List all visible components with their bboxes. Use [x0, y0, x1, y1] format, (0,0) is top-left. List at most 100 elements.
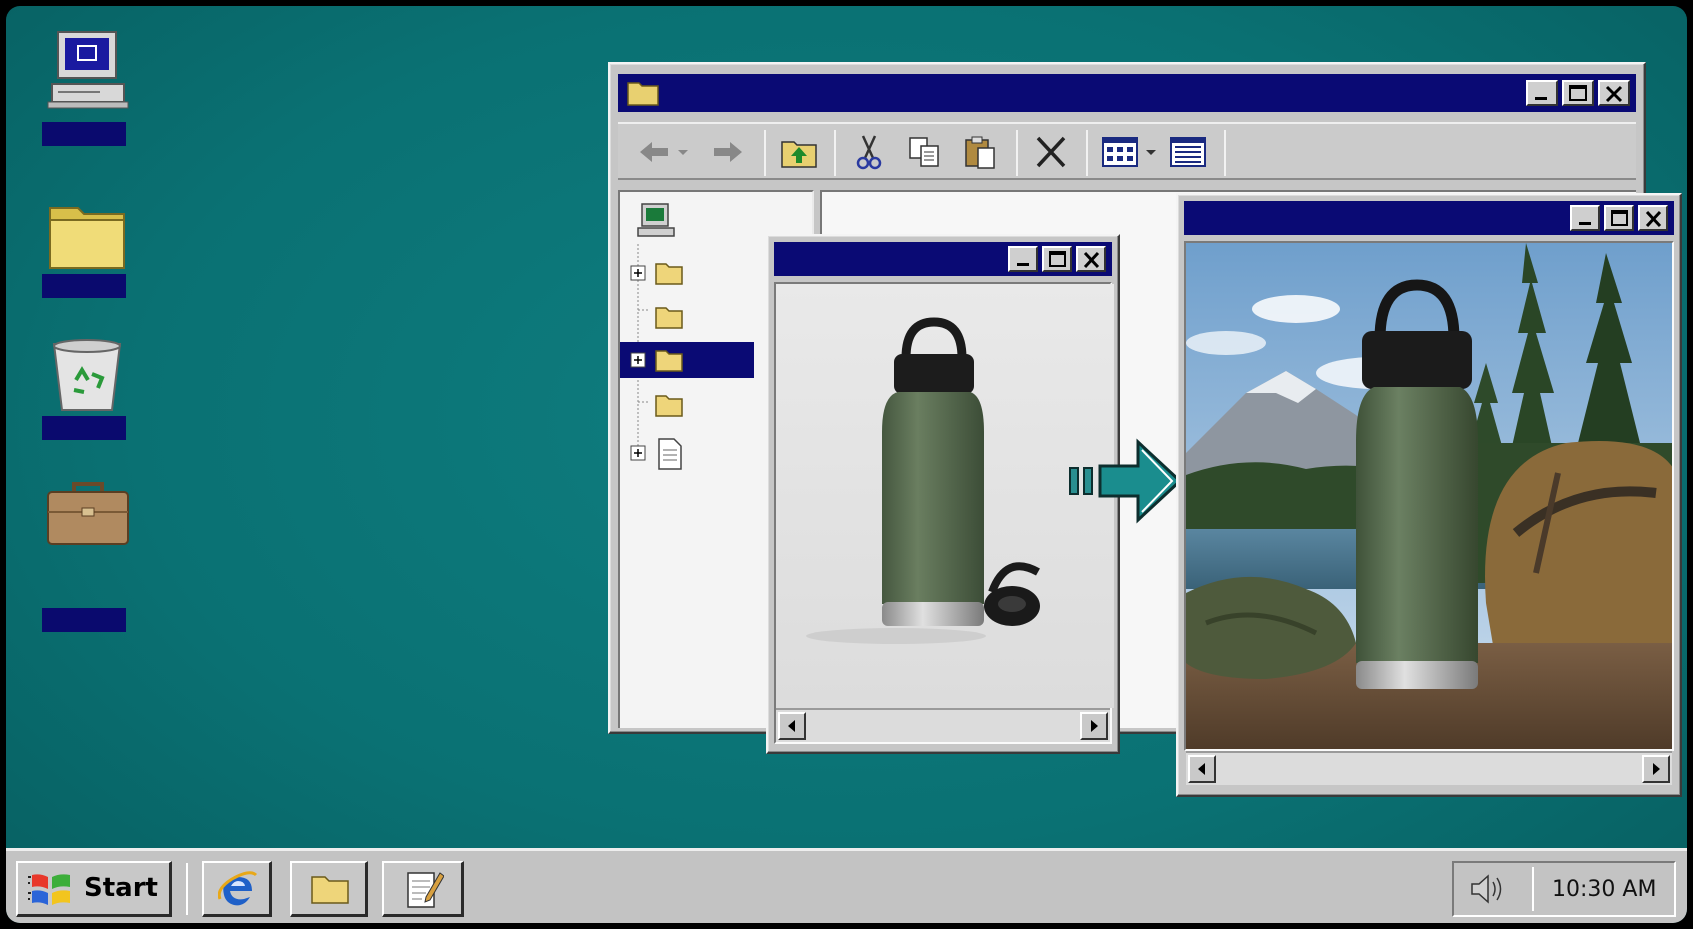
scroll-left-button[interactable]: [778, 712, 806, 740]
minimize-icon: [1017, 263, 1029, 266]
forward-icon: [714, 142, 742, 162]
taskbar-separator: [186, 863, 188, 915]
minimize-icon: [1579, 222, 1591, 225]
arrow-left-icon: [1198, 763, 1205, 775]
desktop-icon-label: [42, 274, 126, 298]
views-dropdown[interactable]: [1144, 132, 1158, 172]
details-icon: [1170, 137, 1206, 167]
arrow-left-icon: [788, 720, 795, 732]
explorer-titlebar[interactable]: [618, 74, 1636, 112]
desktop-icon-label: [42, 608, 126, 632]
maximize-button[interactable]: [1604, 205, 1634, 231]
chevron-down-icon: [1146, 150, 1156, 155]
paste-icon: [965, 136, 995, 169]
speaker-icon: [1471, 874, 1502, 904]
cut-icon: [856, 135, 882, 170]
tree-item-folder-selected[interactable]: [620, 342, 754, 378]
up-folder-icon: [781, 141, 817, 168]
expand-icon: [630, 265, 646, 281]
arrow-right-icon: [1653, 763, 1660, 775]
close-button[interactable]: [1076, 246, 1106, 272]
minimize-button[interactable]: [1526, 80, 1558, 106]
horizontal-scrollbar[interactable]: [776, 708, 1110, 742]
scroll-right-button[interactable]: [1080, 712, 1108, 740]
close-button[interactable]: [1638, 205, 1668, 231]
back-icon: [640, 142, 668, 162]
maximize-icon: [1049, 251, 1066, 267]
minimize-button[interactable]: [1008, 246, 1038, 272]
transform-arrow-icon: [1069, 438, 1183, 524]
maximize-button[interactable]: [1562, 80, 1594, 106]
desktop-icon-briefcase[interactable]: [42, 474, 132, 632]
tray-separator: [1532, 867, 1534, 911]
close-button[interactable]: [1598, 80, 1630, 106]
close-icon: [1605, 85, 1623, 103]
explorer-toolbar: [618, 122, 1636, 180]
forward-button[interactable]: [702, 132, 748, 172]
chevron-down-icon: [678, 150, 688, 155]
computer-icon: [47, 31, 129, 109]
image-window-after[interactable]: [1176, 193, 1682, 797]
start-button[interactable]: Start: [16, 861, 172, 917]
computer-icon: [637, 203, 675, 237]
paste-button[interactable]: [958, 132, 1004, 172]
folder-icon: [311, 876, 349, 904]
maximize-button[interactable]: [1042, 246, 1072, 272]
folder-icon: [627, 82, 659, 106]
folder-icon: [49, 207, 125, 269]
window-titlebar[interactable]: [1184, 201, 1674, 235]
expand-icon: [630, 445, 646, 461]
back-button[interactable]: [634, 132, 680, 172]
scroll-left-button[interactable]: [1188, 755, 1216, 783]
expand-icon: [630, 352, 646, 368]
toolbar-separator: [764, 130, 766, 176]
views-button[interactable]: [1098, 132, 1144, 172]
details-button[interactable]: [1166, 132, 1212, 172]
taskbar: Start 10:30 AM: [6, 848, 1687, 923]
quicklaunch-internet-explorer[interactable]: [202, 861, 272, 917]
recycle-bin-icon: [52, 339, 122, 411]
document-icon: [658, 438, 682, 470]
bottle-lifestyle-photo: [1186, 243, 1672, 749]
view-icon: [1102, 137, 1138, 167]
minimize-icon: [1535, 97, 1547, 100]
image-viewport: [774, 282, 1114, 744]
desktop-icon-folder[interactable]: [42, 194, 132, 334]
folder-icon: [655, 395, 683, 417]
scroll-right-button[interactable]: [1642, 755, 1670, 783]
up-folder-button[interactable]: [776, 132, 822, 172]
maximize-icon: [1569, 85, 1587, 101]
volume-button[interactable]: [1464, 871, 1520, 907]
quicklaunch-folder[interactable]: [290, 861, 368, 917]
maximize-icon: [1611, 210, 1628, 226]
horizontal-scrollbar[interactable]: [1186, 751, 1672, 785]
notepad-icon: [407, 872, 444, 908]
toolbar-separator: [1086, 130, 1088, 176]
folder-icon: [655, 307, 683, 329]
folder-icon: [655, 263, 683, 285]
system-tray: 10:30 AM: [1452, 861, 1676, 917]
delete-icon: [1036, 136, 1066, 168]
desktop-icon-my-computer[interactable]: [42, 28, 132, 168]
windows-logo-icon: [28, 874, 70, 905]
clock[interactable]: 10:30 AM: [1552, 877, 1656, 902]
start-label: Start: [84, 873, 158, 903]
desktop-icon-label: [42, 416, 126, 440]
desktop-icon-label: [42, 122, 126, 146]
folder-icon: [655, 350, 683, 372]
arrow-right-icon: [1091, 720, 1098, 732]
window-titlebar[interactable]: [774, 242, 1112, 276]
quicklaunch-notepad[interactable]: [382, 861, 464, 917]
toolbar-separator: [1224, 130, 1226, 176]
desktop-icon-recycle-bin[interactable]: [42, 334, 132, 474]
copy-button[interactable]: [902, 132, 948, 172]
minimize-button[interactable]: [1570, 205, 1600, 231]
internet-explorer-icon: [218, 871, 258, 906]
image-viewport: [1184, 241, 1674, 751]
copy-icon: [909, 137, 939, 167]
close-icon: [1645, 210, 1662, 228]
delete-button[interactable]: [1028, 132, 1074, 172]
back-dropdown[interactable]: [676, 132, 690, 172]
briefcase-icon: [47, 482, 129, 545]
cut-button[interactable]: [846, 132, 892, 172]
